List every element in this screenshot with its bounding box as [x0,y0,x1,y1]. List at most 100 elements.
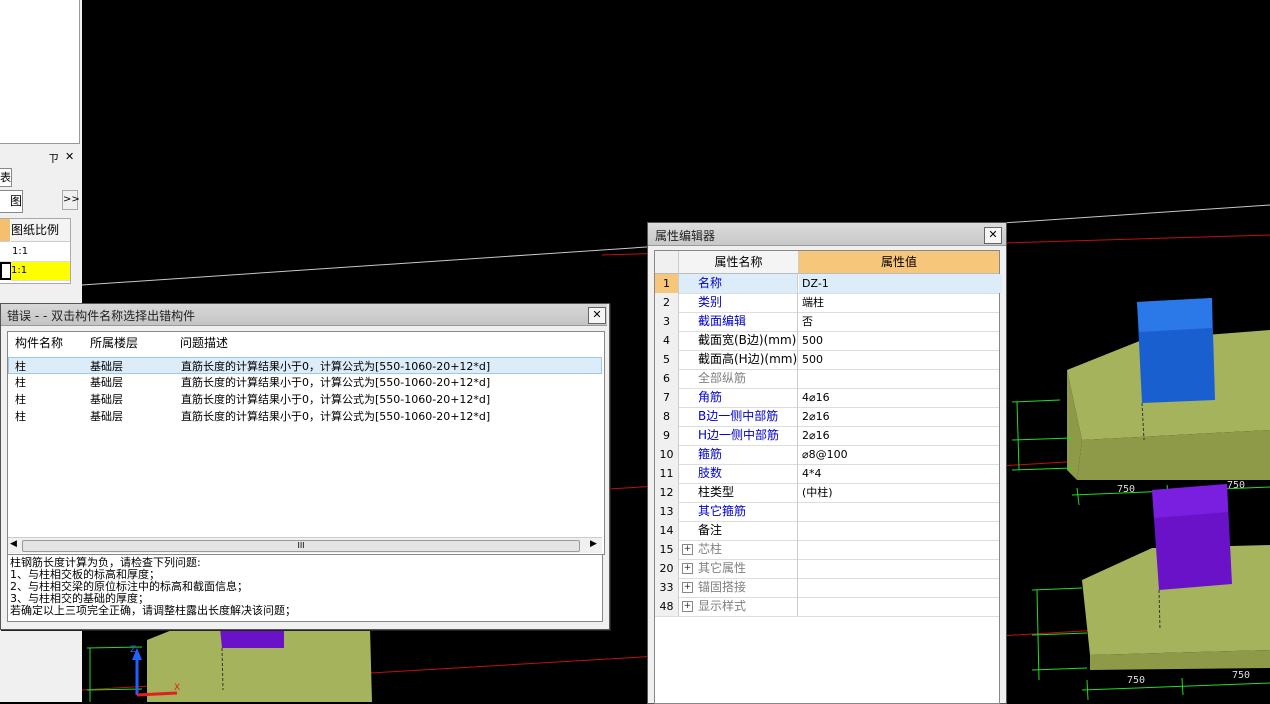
drawing-scale-grid: 图纸比例 1:1 1:1 [0,218,71,284]
property-name-label: 名称 [698,276,723,290]
property-value[interactable]: 2⌀16 [799,407,1002,426]
property-row[interactable]: 20 + 其它属性 [655,559,999,579]
footing-bottom-left[interactable] [147,628,372,702]
property-row[interactable]: 7 角筋 4⌀16 [655,388,999,408]
property-row[interactable]: 14 备注 [655,521,999,541]
column-header-description[interactable]: 问题描述 [180,332,228,354]
expand-icon[interactable]: + [682,563,693,574]
property-value[interactable] [799,502,1002,521]
property-value[interactable] [799,540,1002,559]
property-value[interactable]: 否 [799,312,1002,331]
property-row[interactable]: 2 类别 端柱 [655,293,999,313]
property-name-label: 锚固搭接 [698,580,747,594]
property-name[interactable]: 其它箍筋 [679,502,798,521]
property-value[interactable]: 500 [799,350,1002,369]
error-row-selected[interactable]: 柱 基础层 直筋长度的计算结果小于0，计算公式为[550-1060-20+12*… [8,357,602,374]
property-name[interactable]: H边一侧中部筋 [679,426,798,445]
scale-cell[interactable]: 1:1 [12,243,70,262]
close-icon[interactable]: ✕ [65,150,74,163]
scale-cell-selected[interactable]: 1:1 [11,262,70,281]
footing-bottom[interactable] [1082,484,1270,670]
scroll-thumb[interactable]: III [22,540,580,552]
property-value[interactable]: 端柱 [799,293,1002,312]
pin-icon[interactable]: ㄗ [48,150,59,166]
expand-icon[interactable]: + [682,544,693,555]
property-name[interactable]: + 显示样式 [679,597,798,616]
component-name[interactable]: 柱 [15,391,26,408]
property-name[interactable]: 截面编辑 [679,312,798,331]
property-value[interactable]: 4*4 [799,464,1002,483]
property-value[interactable]: ⌀8@100 [799,445,1002,464]
tab-drawing[interactable]: 图纸 [0,190,23,213]
property-value[interactable]: 4⌀16 [799,388,1002,407]
property-value[interactable]: 500 [799,331,1002,350]
more-tabs-button[interactable]: >> [62,190,80,210]
property-row[interactable]: 5 截面高(H边)(mm) 500 [655,350,999,370]
property-row[interactable]: 6 全部纵筋 [655,369,999,389]
column-header-component[interactable]: 构件名称 [15,332,63,354]
property-name[interactable]: 类别 [679,293,798,312]
property-name[interactable]: B边一侧中部筋 [679,407,798,426]
property-name[interactable]: 名称 [679,274,798,293]
component-name[interactable]: 柱 [15,408,26,425]
scroll-right-icon[interactable]: ▶ [590,539,597,549]
property-name[interactable]: 备注 [679,521,798,540]
property-value[interactable]: 2⌀16 [799,426,1002,445]
error-row[interactable]: 柱 基础层 直筋长度的计算结果小于0，计算公式为[550-1060-20+12*… [8,408,602,425]
property-value[interactable] [799,597,1002,616]
property-name[interactable]: 角筋 [679,388,798,407]
property-row[interactable]: 9 H边一侧中部筋 2⌀16 [655,426,999,446]
property-row[interactable]: 12 柱类型 (中柱) [655,483,999,503]
error-row[interactable]: 柱 基础层 直筋长度的计算结果小于0，计算公式为[550-1060-20+12*… [8,391,602,408]
property-name-label: 芯柱 [698,542,723,556]
expand-icon[interactable]: + [682,582,693,593]
property-value[interactable] [799,521,1002,540]
row-number: 1 [655,274,679,293]
property-row-selected[interactable]: 1 名称 DZ-1 [655,274,1002,294]
property-name[interactable]: 箍筋 [679,445,798,464]
property-name-label: B边一侧中部筋 [698,409,779,423]
component-name[interactable]: 柱 [15,374,26,391]
property-row[interactable]: 10 箍筋 ⌀8@100 [655,445,999,465]
property-name[interactable]: + 其它属性 [679,559,798,578]
column-header-scale[interactable]: 图纸比例 [11,219,70,242]
expand-icon[interactable]: + [682,601,693,612]
property-value[interactable]: DZ-1 [799,274,1002,293]
property-row[interactable]: 8 B边一侧中部筋 2⌀16 [655,407,999,427]
property-name[interactable]: + 锚固搭接 [679,578,798,597]
close-button[interactable]: ✕ [984,227,1002,244]
component-name[interactable]: 柱 [15,358,26,375]
property-name[interactable]: 肢数 [679,464,798,483]
property-name[interactable]: + 芯柱 [679,540,798,559]
column-header-floor[interactable]: 所属楼层 [90,332,138,354]
floor-name: 基础层 [90,410,123,423]
row-number: 3 [655,312,679,331]
property-value[interactable] [799,578,1002,597]
property-row[interactable]: 11 肢数 4*4 [655,464,999,484]
property-value[interactable] [799,369,1002,388]
property-name[interactable]: 柱类型 [679,483,798,502]
footing-top[interactable] [1067,298,1270,480]
scroll-left-icon[interactable]: ◀ [10,539,17,549]
property-value[interactable] [799,559,1002,578]
horizontal-scrollbar[interactable]: ◀ III ▶ [8,537,602,553]
property-row[interactable]: 4 截面宽(B边)(mm) 500 [655,331,999,351]
property-row[interactable]: 13 其它箍筋 [655,502,999,522]
column-purple[interactable] [220,628,284,648]
property-row[interactable]: 48 + 显示样式 [655,597,999,617]
property-name[interactable]: 截面宽(B边)(mm) [679,331,798,350]
property-name[interactable]: 截面高(H边)(mm) [679,350,798,369]
tab-table[interactable]: 表 [0,168,12,187]
error-dialog-titlebar[interactable]: 错误 - - 双击构件名称选择出错构件 ✕ [1,304,607,326]
close-button[interactable]: ✕ [588,307,606,324]
error-row[interactable]: 柱 基础层 直筋长度的计算结果小于0，计算公式为[550-1060-20+12*… [8,374,602,391]
column-header-value[interactable]: 属性值 [799,251,999,274]
column-header-name[interactable]: 属性名称 [679,251,799,274]
property-value[interactable]: (中柱) [799,483,1002,502]
property-row[interactable]: 33 + 锚固搭接 [655,578,999,598]
row-number: 10 [655,445,679,464]
property-row[interactable]: 3 截面编辑 否 [655,312,999,332]
property-editor-titlebar[interactable]: 属性编辑器 ✕ [648,223,1006,246]
property-name[interactable]: 全部纵筋 [679,369,798,388]
property-row[interactable]: 15 + 芯柱 [655,540,999,560]
